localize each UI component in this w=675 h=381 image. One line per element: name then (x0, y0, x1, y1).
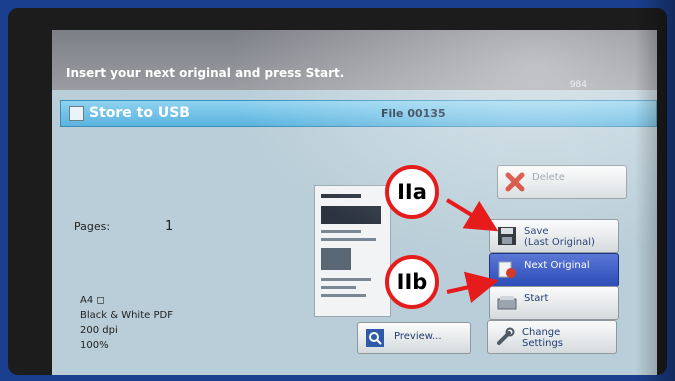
arrow-to-save (445, 198, 499, 232)
callout-iib: IIb (385, 255, 439, 309)
annotation-arrows (445, 198, 499, 303)
callout-iia: IIa (385, 165, 439, 219)
arrow-to-start (446, 271, 499, 303)
screen-glare-edge (635, 0, 675, 381)
